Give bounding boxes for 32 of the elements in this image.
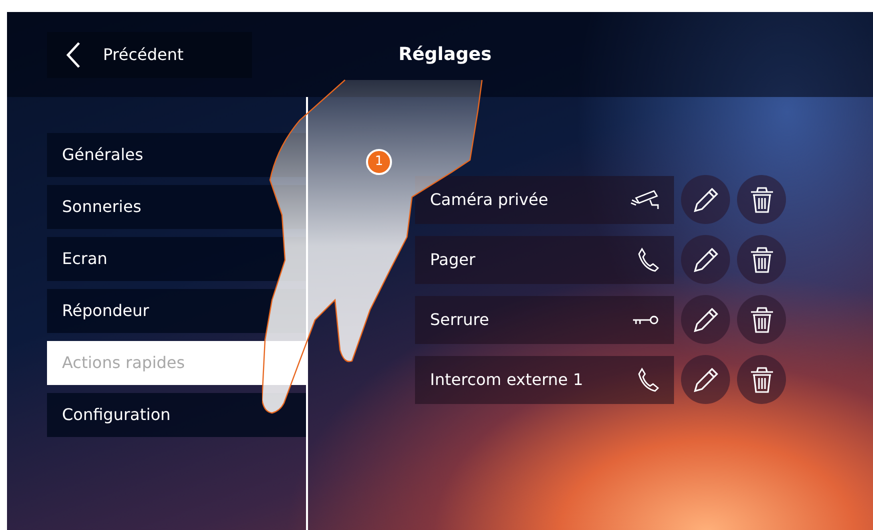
edit-button[interactable] [681, 355, 730, 404]
edit-button[interactable] [681, 175, 730, 224]
pencil-icon [692, 186, 718, 212]
menu-item[interactable]: Configuration [47, 393, 306, 437]
action-label: Caméra privée [430, 190, 548, 209]
pencil-icon [692, 246, 718, 272]
action-label: Pager [430, 250, 476, 269]
action-item[interactable]: Caméra privée [415, 176, 674, 224]
key-icon [632, 314, 660, 326]
back-icon [65, 40, 81, 68]
delete-button[interactable] [737, 355, 786, 404]
trash-icon [750, 366, 774, 392]
phone-icon [636, 246, 660, 272]
camera-icon [630, 188, 660, 210]
trash-icon [750, 306, 774, 332]
screen-title: Réglages [397, 44, 492, 65]
delete-button[interactable] [737, 235, 786, 284]
pencil-icon [692, 366, 718, 392]
action-item[interactable]: Serrure [415, 296, 674, 344]
trash-icon [750, 186, 774, 212]
delete-button[interactable] [737, 175, 786, 224]
action-label: Serrure [430, 310, 490, 329]
trash-icon [750, 246, 774, 272]
pencil-icon [692, 306, 718, 332]
phone-icon [636, 366, 660, 392]
action-item[interactable]: Intercom externe 1 [415, 356, 674, 404]
edit-button[interactable] [681, 235, 730, 284]
back-button[interactable]: Précédent [47, 32, 252, 78]
action-item[interactable]: Pager [415, 236, 674, 284]
edit-button[interactable] [681, 295, 730, 344]
action-label: Intercom externe 1 [430, 370, 584, 389]
delete-button[interactable] [737, 295, 786, 344]
